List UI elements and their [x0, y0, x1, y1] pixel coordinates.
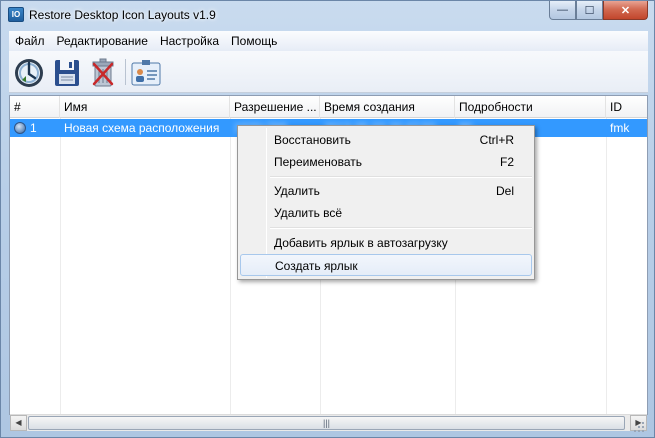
minimize-button[interactable]: —: [549, 1, 576, 20]
menu-rename-shortcut: F2: [499, 155, 514, 169]
menu-file[interactable]: Файл: [9, 31, 51, 51]
grip-icon: |||: [322, 418, 330, 428]
context-menu: Восстановить Ctrl+R Переименовать F2 Уда…: [237, 125, 535, 280]
menu-delete-all-label: Удалить всё: [274, 206, 343, 220]
restore-icon: [15, 59, 43, 87]
minimize-icon: —: [557, 4, 568, 16]
arrow-left-icon: ◀: [15, 418, 22, 427]
row-id: fmk: [610, 121, 630, 135]
menu-rename-label: Переименовать: [274, 155, 362, 169]
size-grip-icon[interactable]: [630, 420, 646, 434]
maximize-icon: ☐: [584, 4, 595, 17]
menu-create-shortcut[interactable]: Создать ярлык: [240, 254, 532, 276]
menu-bar: Файл Редактирование Настройка Помощь: [9, 31, 648, 51]
grid-line: [230, 118, 231, 414]
toolbar-separator: [125, 59, 126, 85]
close-icon: ✕: [620, 4, 631, 17]
save-button[interactable]: [51, 57, 83, 89]
column-number[interactable]: #: [10, 96, 60, 118]
app-icon[interactable]: IO: [8, 7, 24, 22]
horizontal-scrollbar[interactable]: ◀ ||| ▶: [10, 414, 647, 431]
close-button[interactable]: ✕: [603, 1, 648, 20]
menu-delete-label: Удалить: [274, 184, 320, 198]
caption-buttons: — ☐ ✕: [549, 1, 648, 21]
menu-add-startup-label: Добавить ярлык в автозагрузку: [274, 236, 448, 250]
menu-create-shortcut-label: Создать ярлык: [275, 259, 358, 273]
menu-add-startup-shortcut[interactable]: Добавить ярлык в автозагрузку: [240, 232, 532, 254]
row-name: Новая схема расположения: [64, 121, 220, 135]
row-number: 1: [30, 121, 37, 135]
menu-restore-label: Восстановить: [274, 133, 351, 147]
table-row-id[interactable]: fmk: [606, 119, 647, 137]
menu-delete-shortcut: Del: [495, 184, 514, 198]
info-card-icon: [131, 60, 161, 86]
info-button[interactable]: [130, 57, 162, 89]
column-created[interactable]: Время создания: [320, 96, 455, 118]
save-icon: [55, 60, 79, 86]
column-id[interactable]: ID: [606, 96, 647, 118]
list-header: # Имя Разрешение ... Время создания Подр…: [10, 96, 647, 118]
title-bar[interactable]: IO Restore Desktop Icon Layouts v1.9 — ☐…: [1, 1, 654, 29]
menu-separator: [270, 176, 532, 178]
grid-line: [606, 118, 607, 414]
menu-help[interactable]: Помощь: [225, 31, 283, 51]
toolbar: [9, 51, 648, 93]
layout-status-icon: [14, 122, 26, 134]
grid-line: [60, 118, 61, 414]
menu-edit[interactable]: Редактирование: [51, 31, 154, 51]
delete-icon: [92, 58, 114, 87]
scroll-thumb[interactable]: |||: [28, 416, 625, 430]
menu-delete[interactable]: Удалить Del: [240, 180, 532, 202]
column-name[interactable]: Имя: [60, 96, 230, 118]
menu-separator: [270, 227, 532, 229]
menu-restore-shortcut: Ctrl+R: [479, 133, 514, 147]
maximize-button[interactable]: ☐: [576, 1, 603, 20]
menu-delete-all[interactable]: Удалить всё: [240, 202, 532, 224]
menu-settings[interactable]: Настройка: [154, 31, 225, 51]
menu-rename[interactable]: Переименовать F2: [240, 151, 532, 173]
menu-restore[interactable]: Восстановить Ctrl+R: [240, 129, 532, 151]
column-resolution[interactable]: Разрешение ...: [230, 96, 320, 118]
restore-button[interactable]: [13, 57, 45, 89]
column-details[interactable]: Подробности: [455, 96, 606, 118]
window-title: Restore Desktop Icon Layouts v1.9: [29, 8, 216, 22]
scroll-left-button[interactable]: ◀: [10, 415, 27, 431]
delete-button[interactable]: [87, 57, 119, 89]
